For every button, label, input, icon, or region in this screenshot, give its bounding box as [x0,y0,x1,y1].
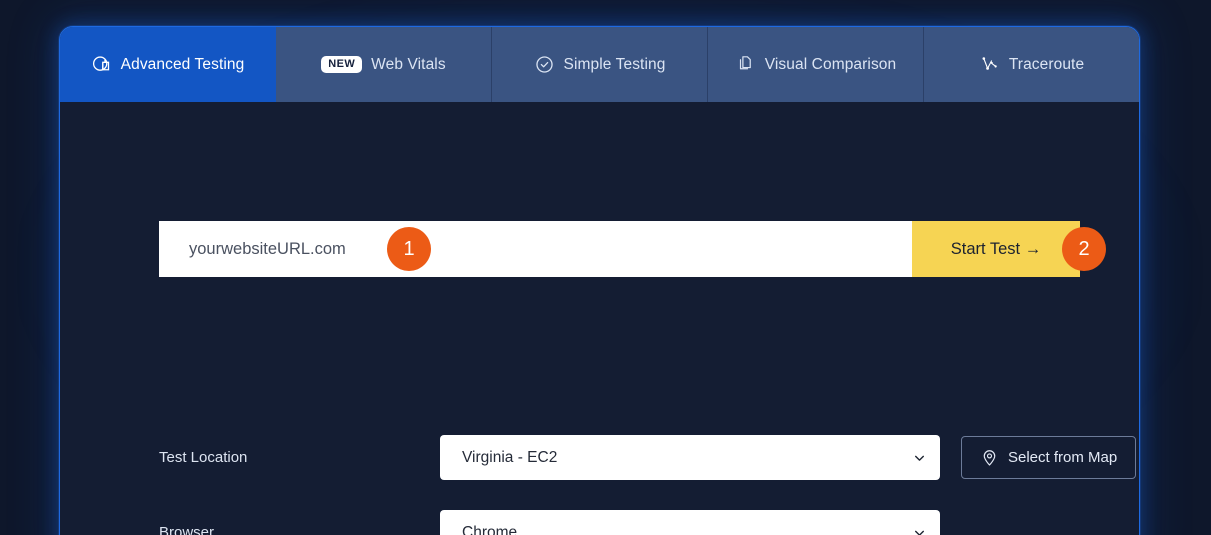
browser-label: Browser [159,524,215,535]
browser-select-wrap: Chrome [440,510,940,535]
test-location-select[interactable]: Virginia - EC2 [440,435,940,480]
tab-simple-testing[interactable]: Simple Testing [492,27,708,102]
tab-web-vitals[interactable]: NEW Web Vitals [276,27,492,102]
tab-advanced-testing[interactable]: Advanced Testing [60,27,276,102]
copy-pages-icon [735,54,756,75]
map-pin-icon [983,450,996,466]
test-location-label: Test Location [159,449,248,466]
url-test-row: Start Test → 1 2 [159,221,1106,277]
start-test-button[interactable]: Start Test → [912,221,1080,277]
pie-chart-icon [91,54,112,75]
card-body: Start Test → 1 2 Test Location Virginia … [60,102,1139,535]
test-configuration-card: Advanced Testing NEW Web Vitals Simple T… [59,26,1140,535]
network-route-icon [979,54,1000,75]
tab-label: Web Vitals [371,55,446,73]
test-location-row: Test Location Virginia - EC2 Select from… [159,435,1137,480]
tab-label: Traceroute [1008,55,1085,73]
tab-label: Advanced Testing [120,55,245,73]
tab-bar: Advanced Testing NEW Web Vitals Simple T… [60,27,1139,102]
tab-visual-comparison[interactable]: Visual Comparison [708,27,924,102]
url-input[interactable] [159,221,912,277]
browser-row: Browser Chrome [159,510,1129,535]
select-from-map-button[interactable]: Select from Map [961,436,1137,479]
browser-select[interactable]: Chrome [440,510,940,535]
check-circle-icon [534,54,555,75]
test-location-select-wrap: Virginia - EC2 [440,435,940,480]
tab-traceroute[interactable]: Traceroute [924,27,1139,102]
tab-label: Simple Testing [563,55,666,73]
tab-label: Visual Comparison [764,55,897,73]
new-badge: NEW [321,56,363,73]
select-from-map-label: Select from Map [1008,449,1118,466]
